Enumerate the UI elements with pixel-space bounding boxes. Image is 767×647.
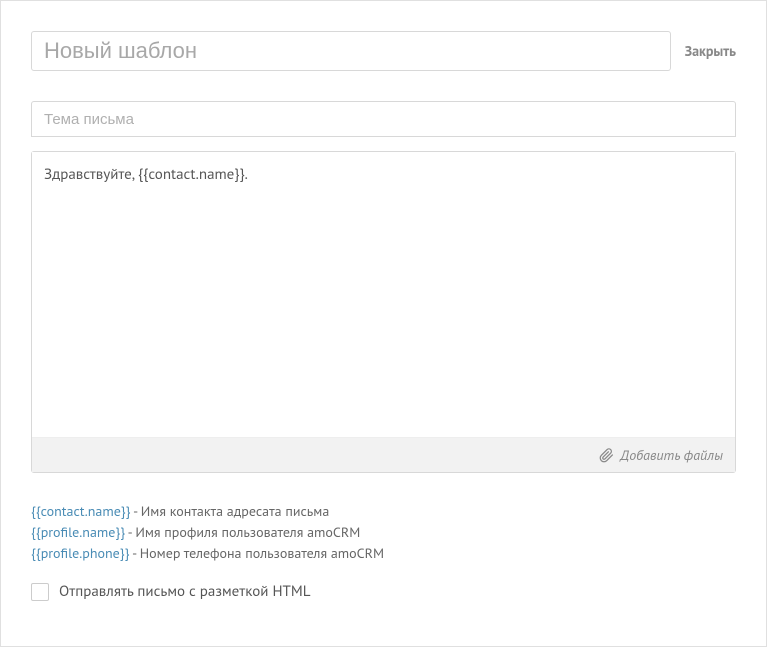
paperclip-icon	[599, 448, 614, 463]
subject-input[interactable]	[31, 101, 736, 137]
html-checkbox-label: Отправлять письмо с разметкой HTML	[59, 582, 311, 601]
header-row: Закрыть	[31, 31, 736, 71]
variable-tag: {{profile.name}}	[31, 523, 125, 541]
html-checkbox-row: Отправлять письмо с разметкой HTML	[31, 582, 736, 601]
variable-desc: - Имя контакта адресата письма	[131, 502, 330, 520]
variable-row: {{contact.name}} - Имя контакта адресата…	[31, 501, 736, 522]
body-textarea[interactable]	[32, 152, 735, 432]
variable-row: {{profile.phone}} - Номер телефона польз…	[31, 543, 736, 564]
variables-legend: {{contact.name}} - Имя контакта адресата…	[31, 501, 736, 564]
attach-files-label: Добавить файлы	[620, 446, 723, 464]
close-button[interactable]: Закрыть	[685, 42, 736, 60]
variable-row: {{profile.name}} - Имя профиля пользоват…	[31, 522, 736, 543]
template-title-input[interactable]	[31, 31, 671, 71]
body-wrapper: Добавить файлы	[31, 151, 736, 473]
attach-files-button[interactable]: Добавить файлы	[32, 437, 735, 472]
template-editor-panel: Закрыть Добавить файлы {{contact.name}} …	[0, 0, 767, 647]
variable-tag: {{contact.name}}	[31, 502, 131, 520]
variable-desc: - Номер телефона пользователя amoCRM	[129, 544, 384, 562]
variable-desc: - Имя профиля пользователя amoCRM	[125, 523, 360, 541]
variable-tag: {{profile.phone}}	[31, 544, 129, 562]
html-markup-checkbox[interactable]	[31, 583, 49, 601]
